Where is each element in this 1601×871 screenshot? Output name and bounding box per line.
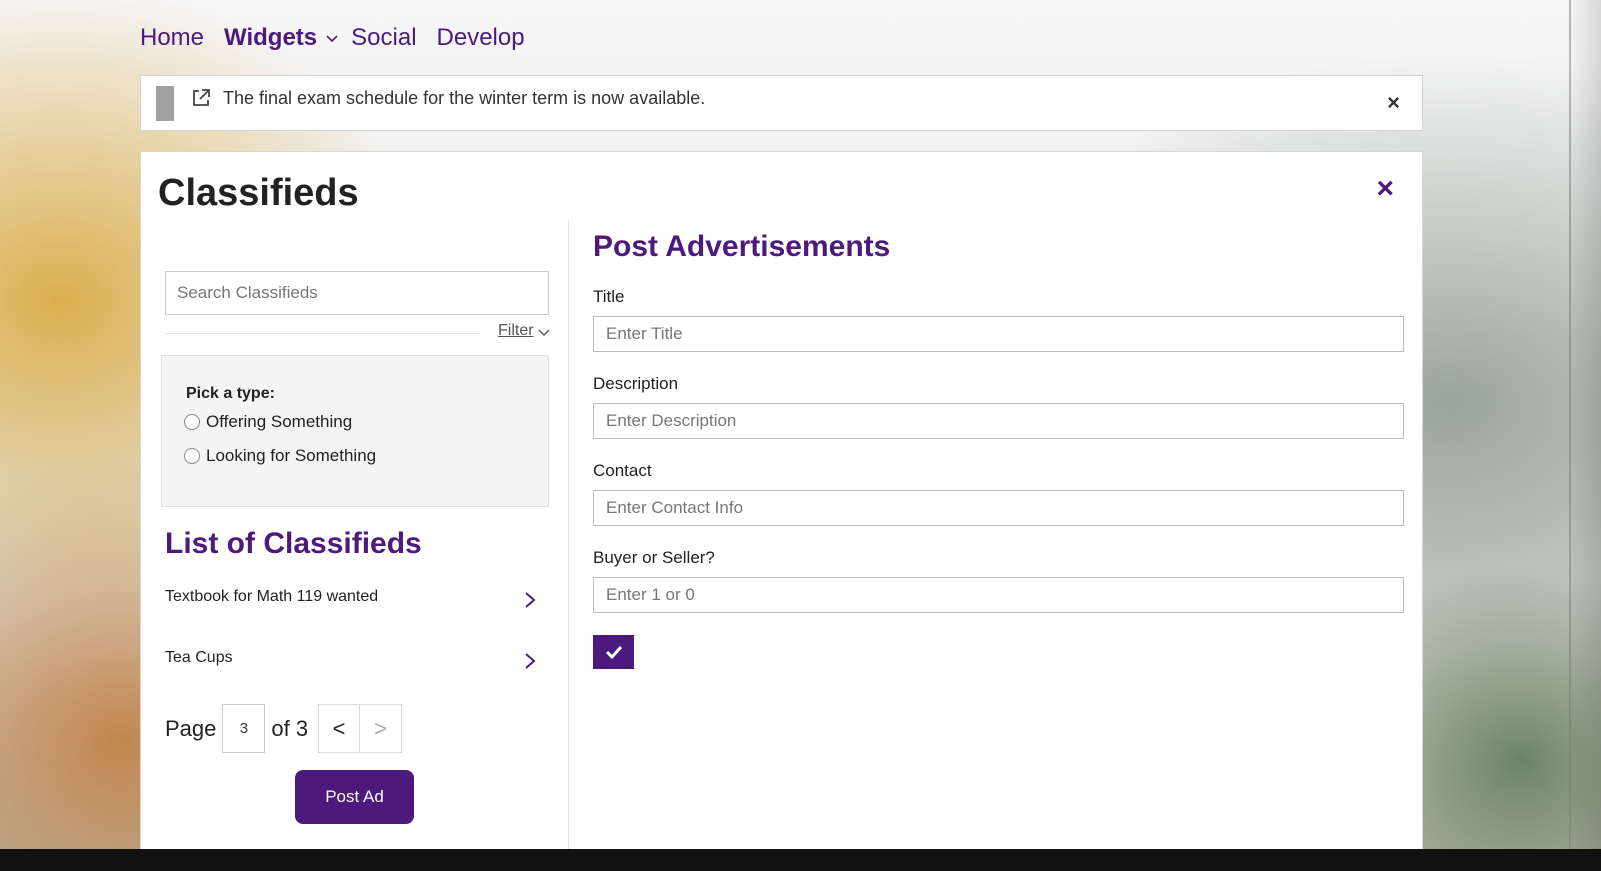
- list-title: List of Classifieds: [165, 527, 422, 560]
- buyer-seller-input[interactable]: [593, 577, 1404, 613]
- bottom-bar: [0, 849, 1601, 871]
- page-number-input[interactable]: [222, 704, 266, 753]
- chevron-right-icon: [525, 653, 536, 669]
- panel-close-icon[interactable]: ×: [1376, 174, 1394, 204]
- top-nav: Home Widgets Social Develop: [140, 24, 545, 52]
- nav-develop[interactable]: Develop: [437, 24, 525, 52]
- column-divider: [568, 220, 569, 852]
- radio-button[interactable]: [184, 448, 200, 464]
- search-input[interactable]: [165, 271, 549, 315]
- pagination: Page of 3 < >: [165, 704, 403, 753]
- page-total: of 3: [271, 715, 309, 741]
- banner-stripe: [156, 86, 174, 121]
- announcement-banner: The final exam schedule for the winter t…: [140, 75, 1423, 131]
- next-page-button[interactable]: >: [360, 704, 403, 753]
- checkmark-icon: [605, 645, 622, 659]
- page-title: Classifieds: [158, 172, 359, 214]
- radio-offering[interactable]: Offering Something: [184, 412, 352, 432]
- description-input[interactable]: [593, 403, 1404, 439]
- nav-home[interactable]: Home: [140, 24, 204, 52]
- prev-page-button[interactable]: <: [318, 704, 361, 753]
- list-item-label: Textbook for Math 119 wanted: [165, 588, 379, 605]
- title-input[interactable]: [593, 316, 1404, 352]
- window-edge: [1568, 0, 1601, 871]
- filter-toggle[interactable]: Filter: [498, 322, 534, 340]
- filter-divider: [165, 333, 480, 334]
- radio-label: Offering Something: [206, 412, 353, 431]
- contact-label: Contact: [593, 461, 652, 480]
- type-label: Pick a type:: [186, 385, 275, 402]
- post-ad-button[interactable]: Post Ad: [295, 770, 414, 824]
- description-label: Description: [593, 374, 679, 393]
- list-item[interactable]: Tea Cups: [165, 645, 537, 675]
- banner-text[interactable]: The final exam schedule for the winter t…: [223, 88, 705, 109]
- chevron-down-icon[interactable]: [325, 31, 339, 45]
- filter-panel: Pick a type: Offering Something Looking …: [161, 355, 549, 507]
- nav-widgets[interactable]: Widgets: [224, 24, 317, 52]
- radio-button[interactable]: [184, 414, 200, 430]
- buyer-seller-label: Buyer or Seller?: [593, 548, 715, 567]
- banner-close-icon[interactable]: ×: [1387, 92, 1400, 114]
- chevron-down-icon[interactable]: [538, 326, 550, 338]
- submit-button[interactable]: [593, 635, 634, 669]
- classifieds-panel: Classifieds × Filter Pick a type: Offeri…: [140, 151, 1423, 852]
- title-label: Title: [593, 287, 625, 306]
- chevron-right-icon: [525, 592, 536, 608]
- contact-input[interactable]: [593, 490, 1404, 526]
- radio-looking[interactable]: Looking for Something: [184, 446, 376, 466]
- list-item-label: Tea Cups: [165, 649, 233, 666]
- nav-social[interactable]: Social: [351, 24, 416, 52]
- radio-label: Looking for Something: [206, 446, 377, 465]
- external-link-icon[interactable]: [191, 88, 211, 108]
- list-item[interactable]: Textbook for Math 119 wanted: [165, 584, 537, 614]
- page-label: Page: [165, 715, 217, 741]
- form-title: Post Advertisements: [593, 230, 891, 263]
